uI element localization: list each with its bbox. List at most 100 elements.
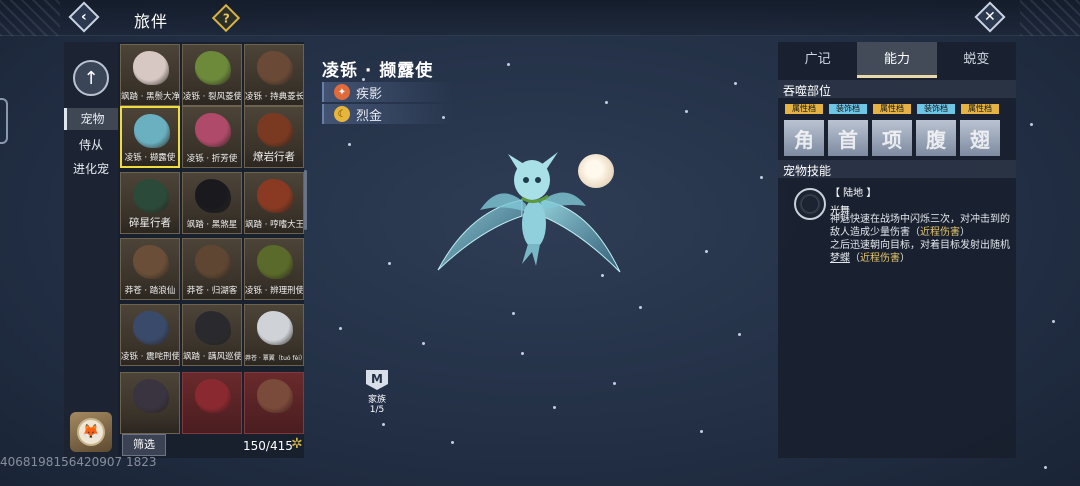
category-evolved-pet[interactable]: 进化宠 xyxy=(64,158,118,180)
tab-abilities[interactable]: 能力 xyxy=(857,42,937,78)
tab-metamorphosis[interactable]: 蜕变 xyxy=(937,42,1016,78)
user-id: 4068198156420907 1823 xyxy=(0,455,157,469)
body-part-slot[interactable]: 首 xyxy=(828,120,868,156)
close-icon: ✕ xyxy=(984,8,996,25)
pet-cell[interactable] xyxy=(120,372,180,434)
attribute-row: ☾ 烈金 xyxy=(322,104,452,124)
pet-cell-label: 凌铄 · 裂风菱使 xyxy=(183,92,241,102)
close-button[interactable]: ✕ xyxy=(972,1,1008,33)
pet-skills-title: 宠物技能 xyxy=(783,164,832,178)
family-crest-icon: M xyxy=(366,370,388,390)
part-slot-badge: 属性档 xyxy=(873,104,911,114)
pet-name: 凌铄 · 撷露使 xyxy=(322,61,434,81)
companion-avatar[interactable]: 🦊 xyxy=(70,412,112,452)
body-part-glyph: 腹 xyxy=(926,128,946,152)
pet-cell-label: 凌铄 · 辨理刑使 xyxy=(245,286,303,296)
fire-icon: ✦ xyxy=(334,84,350,100)
corner-decoration xyxy=(1020,0,1080,36)
pet-cell[interactable] xyxy=(182,372,242,434)
pet-cell-label: 莽苍 · 踏浪仙 xyxy=(124,286,176,296)
gear-icon[interactable]: ✲ xyxy=(291,436,303,452)
star xyxy=(705,250,708,253)
detail-panel: 广记 能力 蜕变 吞噬部位 属性档角装饰档首属性档项装饰档腹属性档翅 宠物技能 … xyxy=(778,42,1016,458)
back-arrow-icon: ‹ xyxy=(81,9,87,25)
star xyxy=(382,423,385,426)
pet-cell-label: 凌铄 · 震咤刑使 xyxy=(121,352,179,362)
pet-cell[interactable]: 凌铄 · 辨理刑使 xyxy=(244,238,304,300)
back-button[interactable]: ‹ xyxy=(66,1,102,33)
skill-description: 神魅快速在战场中闪烁三次，对冲击到的敌人造成少量伤害（近程伤害） 之后迅速朝向目… xyxy=(830,213,1010,265)
arrow-up-icon[interactable]: ↑ xyxy=(73,60,109,96)
damage-type-link[interactable]: 近程伤害 xyxy=(920,227,960,238)
star xyxy=(451,441,454,444)
pet-cell-label: 凌铄 · 持典菱长 xyxy=(245,92,303,102)
star xyxy=(605,101,608,104)
pet-cell[interactable]: 莽苍 · 覃翼（tuó fèi） xyxy=(244,304,304,366)
pet-portrait xyxy=(133,51,169,85)
category-column: ↑ 宠物 侍从 进化宠 🦊 xyxy=(64,42,118,458)
body-part-slot[interactable]: 腹 xyxy=(916,120,956,156)
pet-count: 150/415 xyxy=(243,439,293,453)
question-icon: ? xyxy=(222,11,230,25)
fox-icon: 🦊 xyxy=(77,418,105,446)
help-button[interactable]: ? xyxy=(211,3,241,33)
pet-cell[interactable]: 凌铄 · 撷露使 xyxy=(120,106,180,168)
pet-cell-label: 碎星行者 xyxy=(129,217,171,229)
skill-desc-text: ） xyxy=(960,227,970,238)
devour-parts-title: 吞噬部位 xyxy=(783,84,832,98)
pet-cell-label: 飒踏 · 哼嗜大王 xyxy=(245,220,303,230)
pet-cell-label: 飒踏 · 黑煞星 xyxy=(186,220,238,230)
star xyxy=(613,382,616,385)
pet-cell[interactable]: 凌铄 · 折芳使 xyxy=(182,106,242,168)
star xyxy=(512,312,515,315)
pet-portrait xyxy=(257,379,293,413)
pet-cell[interactable]: 莽苍 · 踏浪仙 xyxy=(120,238,180,300)
family-count: 1/5 xyxy=(369,405,385,415)
top-bar: ‹ 旅伴 ? ✕ xyxy=(0,0,1080,36)
pet-cell-label: 燎岩行者 xyxy=(253,151,295,163)
star xyxy=(1030,123,1033,126)
pet-cell[interactable]: 飒踏 · 哼嗜大王 xyxy=(244,172,304,234)
part-slot-badge: 装饰档 xyxy=(917,104,955,114)
pet-cell[interactable]: 凌铄 · 持典菱长 xyxy=(244,44,304,106)
pet-cell[interactable]: 飒踏 · 蹒风巡使 xyxy=(182,304,242,366)
pet-cell[interactable]: 燎岩行者 xyxy=(244,106,304,168)
detail-tabs: 广记 能力 蜕变 xyxy=(778,42,1016,78)
pet-cell-label: 莽苍 · 覃翼（tuó fèi） xyxy=(245,355,303,362)
dream-butterfly-link[interactable]: 梦蝶 xyxy=(830,253,850,264)
pet-portrait xyxy=(195,113,231,147)
body-part-slot[interactable]: 项 xyxy=(872,120,912,156)
attribute-label: 烈金 xyxy=(356,108,383,124)
category-pet[interactable]: 宠物 xyxy=(64,108,118,130)
pet-cell[interactable]: 飒踏 · 黑煞星 xyxy=(182,172,242,234)
category-attendant[interactable]: 侍从 xyxy=(64,134,118,156)
pet-cell[interactable] xyxy=(244,372,304,434)
skill-icon[interactable] xyxy=(794,188,826,220)
star xyxy=(700,430,703,433)
pet-cell[interactable]: 凌铄 · 震咤刑使 xyxy=(120,304,180,366)
grid-scrollbar[interactable] xyxy=(304,170,307,230)
body-part-glyph: 翅 xyxy=(970,128,990,152)
star xyxy=(760,176,763,179)
body-part-glyph: 首 xyxy=(838,128,858,152)
star xyxy=(422,342,425,345)
flower-ornament xyxy=(578,154,614,188)
pet-cell[interactable]: 凌铄 · 裂风菱使 xyxy=(182,44,242,106)
pet-portrait xyxy=(195,245,231,279)
body-part-slot[interactable]: 翅 xyxy=(960,120,1000,156)
tab-records[interactable]: 广记 xyxy=(778,42,857,78)
pet-cell[interactable]: 莽苍 · 归湖客 xyxy=(182,238,242,300)
star xyxy=(738,333,741,336)
pet-cell[interactable]: 碎星行者 xyxy=(120,172,180,234)
family-button[interactable]: M 家族 1/5 xyxy=(363,370,391,415)
pet-cell[interactable]: 飒踏 · 黑鬃大净 xyxy=(120,44,180,106)
body-part-glyph: 角 xyxy=(794,128,814,152)
filter-button[interactable]: 筛选 xyxy=(122,434,166,456)
pet-grid[interactable]: 飒踏 · 黑鬃大净 凌铄 · 裂风菱使 凌铄 · 持典菱长 凌铄 · 撷露使 凌铄 · … xyxy=(118,42,304,458)
skill-desc-text: （ xyxy=(850,253,860,264)
side-drawer-handle[interactable] xyxy=(0,98,8,144)
damage-type-link[interactable]: 近程伤害 xyxy=(860,253,900,264)
body-part-slot[interactable]: 角 xyxy=(784,120,824,156)
pet-portrait xyxy=(133,379,169,413)
star xyxy=(348,143,351,146)
